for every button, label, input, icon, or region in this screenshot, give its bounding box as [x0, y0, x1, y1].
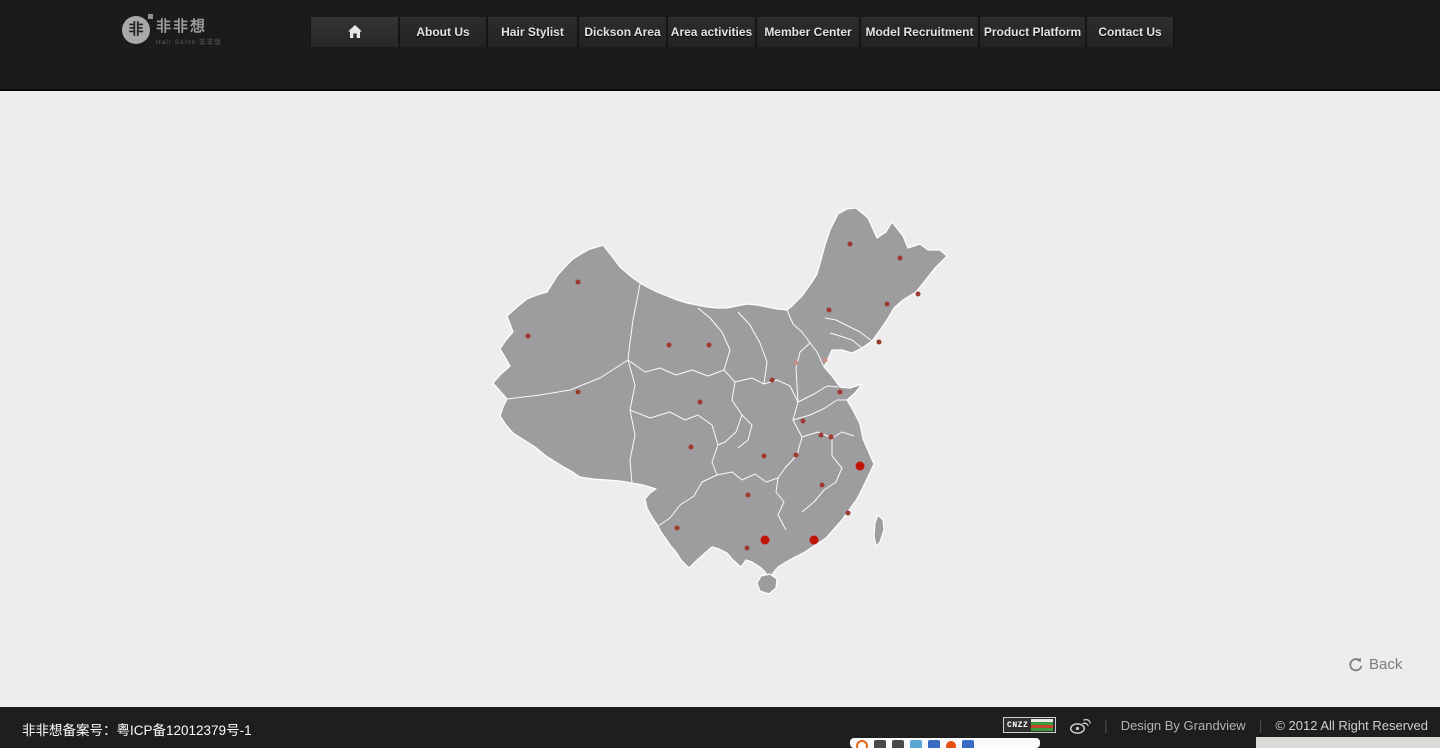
header: 非 非非想 Hair Salon 非非想 About Us Hair Styli…: [0, 0, 1440, 91]
store-dot-light[interactable]: [823, 358, 828, 363]
logo-text: 非非想 Hair Salon 非非想: [156, 16, 222, 46]
store-dot-small[interactable]: [667, 343, 672, 348]
cnzz-stripes-icon: [1031, 719, 1053, 731]
store-dot-small[interactable]: [576, 390, 581, 395]
footer-separator: |: [1104, 717, 1108, 733]
nav-item-dickson-area[interactable]: Dickson Area: [579, 17, 668, 47]
china-map[interactable]: [480, 200, 960, 600]
nav-item-model-recruitment[interactable]: Model Recruitment: [861, 17, 980, 47]
share-item-icon[interactable]: [928, 740, 940, 748]
weibo-icon[interactable]: [1069, 717, 1091, 734]
share-swirl-icon[interactable]: [856, 740, 868, 748]
page: 非 非非想 Hair Salon 非非想 About Us Hair Styli…: [0, 0, 1440, 748]
share-item-icon[interactable]: [892, 740, 904, 748]
store-dot-small[interactable]: [770, 378, 775, 383]
store-dot-small[interactable]: [829, 435, 834, 440]
store-dot-small[interactable]: [848, 242, 853, 247]
store-dot-small[interactable]: [698, 400, 703, 405]
store-dot-light[interactable]: [794, 361, 799, 366]
store-dot-small[interactable]: [689, 445, 694, 450]
store-dot-small[interactable]: [707, 343, 712, 348]
logo-glyph: 非: [128, 21, 143, 38]
share-toolbar[interactable]: [850, 738, 1040, 748]
taiwan-shape: [874, 515, 884, 546]
design-credit: Design By Grandview: [1121, 718, 1246, 733]
footer-separator: |: [1259, 717, 1263, 733]
home-icon: [347, 24, 363, 39]
logo-mark-square: [148, 14, 153, 19]
share-item-icon[interactable]: [910, 740, 922, 748]
logo-brand: 非非想: [156, 19, 222, 34]
share-item-icon[interactable]: [946, 741, 956, 748]
nav-item-contact-us[interactable]: Contact Us: [1087, 17, 1175, 47]
store-dot-small[interactable]: [885, 302, 890, 307]
store-dot-small[interactable]: [898, 256, 903, 261]
store-dot-small[interactable]: [675, 526, 680, 531]
cnzz-label: CNZZ: [1004, 721, 1031, 730]
china-map-svg[interactable]: [480, 200, 960, 600]
store-dot-small[interactable]: [916, 292, 921, 297]
back-button[interactable]: Back: [1348, 656, 1402, 673]
icp-record-text: 非非想备案号：粤ICP备12012379号-1: [22, 719, 252, 739]
copyright-text: © 2012 All Right Reserved: [1275, 718, 1428, 733]
back-circular-arrow-icon: [1348, 657, 1364, 673]
store-dot-big[interactable]: [761, 536, 770, 545]
logo-circle-icon: 非: [122, 16, 150, 44]
store-dot-small[interactable]: [827, 308, 832, 313]
footer: 非非想备案号：粤ICP备12012379号-1 CNZZ | Design By…: [0, 707, 1440, 748]
store-dot-big[interactable]: [856, 462, 865, 471]
share-item-icon[interactable]: [874, 740, 886, 748]
store-dot-small[interactable]: [576, 280, 581, 285]
nav-item-hair-stylist[interactable]: Hair Stylist: [488, 17, 579, 47]
main-nav: About Us Hair Stylist Dickson Area Area …: [310, 17, 1175, 47]
store-dot-small[interactable]: [838, 390, 843, 395]
nav-item-about-us[interactable]: About Us: [400, 17, 488, 47]
store-dot-small[interactable]: [794, 453, 799, 458]
store-dot-small[interactable]: [745, 546, 750, 551]
hainan-shape: [757, 574, 777, 594]
nav-item-area-activities[interactable]: Area activities: [668, 17, 757, 47]
bottom-right-panel-edge: [1256, 737, 1440, 748]
store-dot-small[interactable]: [762, 454, 767, 459]
store-dot-small[interactable]: [820, 483, 825, 488]
store-dot-big[interactable]: [810, 536, 819, 545]
store-dot-small[interactable]: [746, 493, 751, 498]
share-item-icon[interactable]: [962, 740, 974, 748]
nav-item-product-platform[interactable]: Product Platform: [980, 17, 1087, 47]
store-dot-small[interactable]: [846, 511, 851, 516]
back-label: Back: [1369, 656, 1402, 673]
logo[interactable]: 非 非非想 Hair Salon 非非想: [122, 16, 222, 46]
store-dot-small[interactable]: [526, 334, 531, 339]
logo-tagline: Hair Salon 非非想: [156, 36, 222, 46]
store-dot-small[interactable]: [819, 433, 824, 438]
nav-item-member-center[interactable]: Member Center: [757, 17, 861, 47]
store-dot-small[interactable]: [877, 340, 882, 345]
nav-item-home[interactable]: [310, 17, 400, 47]
store-dot-small[interactable]: [801, 419, 806, 424]
cnzz-stats-badge[interactable]: CNZZ: [1003, 717, 1056, 733]
